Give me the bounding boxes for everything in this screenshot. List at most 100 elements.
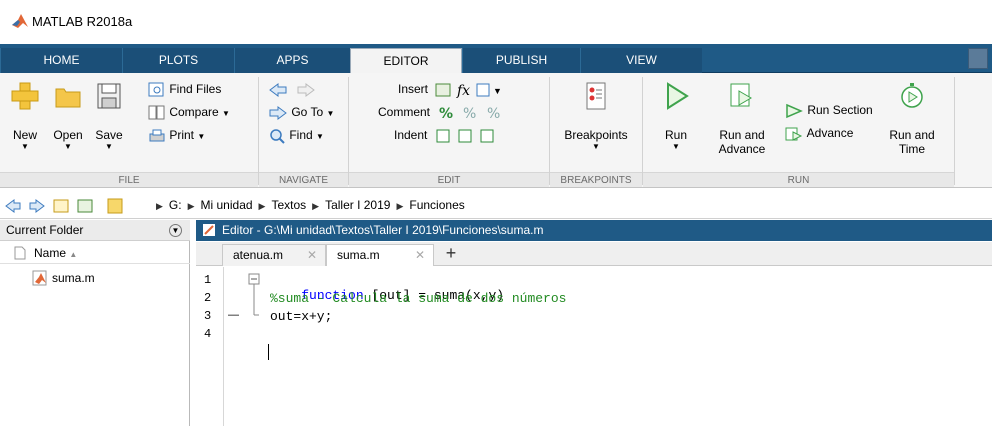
chevron-down-icon: ▼ [222,109,230,118]
tab-atenua[interactable]: atenua.m ✕ [222,244,326,266]
section-label-file: FILE [0,172,258,187]
section-label-navigate: NAVIGATE [259,172,348,187]
window-title: MATLAB R2018a [32,14,133,29]
chevron-down-icon: ▼ [326,109,335,118]
run-and-advance-button[interactable]: Run and Advance [712,81,772,156]
breakpoints-button[interactable]: Breakpoints ▼ [556,81,636,152]
chevron-down-icon: ▼ [316,132,324,141]
name-column-header[interactable]: Name ▲ [0,242,190,264]
magnifier-icon [270,129,285,144]
title-bar: MATLAB R2018a [0,0,992,44]
folder-icon [55,88,81,108]
new-button[interactable]: New ▼ [8,81,42,152]
indent-icons [436,129,494,143]
svg-text:▼: ▼ [493,86,502,96]
stopwatch-icon [901,83,923,108]
executable-line-marker[interactable]: — [228,309,239,321]
mfile-icon [32,270,47,286]
tab-editor[interactable]: EDITOR [350,48,462,73]
section-label-run: RUN [643,172,954,187]
insert-button[interactable]: Insert fx ▼ [398,79,503,99]
chevron-down-icon: ▼ [672,142,680,151]
goto-button[interactable]: Go To ▼ [268,102,334,122]
crumb-textos[interactable]: Textos [271,198,306,212]
comment-button[interactable]: Comment %%% [378,102,513,122]
tab-publish[interactable]: PUBLISH [462,48,580,73]
run-section-button[interactable]: Run Section [784,100,873,120]
code-line-2[interactable]: %suma - Calcula la suma de dos números [270,291,566,306]
new-plus-icon [11,82,39,110]
play-icon [667,82,689,110]
chevron-down-icon: ▼ [64,142,72,151]
advance-button[interactable]: Advance [784,123,853,143]
line-number: 1 [204,273,212,287]
save-button[interactable]: Save ▼ [90,81,128,152]
new-tab-plus-icon[interactable]: + [441,244,461,264]
goto-arrow-icon [269,105,287,120]
toolstrip: New ▼ Open ▼ Save ▼ Find Files Compare ▼… [0,73,992,188]
list-item[interactable]: suma.m [0,268,190,288]
back-forward-buttons[interactable] [268,79,318,99]
run-button[interactable]: Run ▼ [656,81,696,152]
crumb-taller[interactable]: Taller I 2019 [325,198,390,212]
tab-suma[interactable]: suma.m ✕ [326,244,434,266]
crumb-drive[interactable]: G: [169,198,182,212]
run-section-icon [786,103,803,118]
compare-icon [148,105,165,120]
print-button[interactable]: Print ▼ [148,125,205,145]
printer-icon [149,129,165,142]
find-button[interactable]: Find ▼ [268,125,324,145]
comment-icons: %%% [439,106,500,122]
chevron-down-icon: ▼ [197,132,206,141]
crumb-funciones[interactable]: Funciones [409,198,464,212]
close-icon[interactable]: ✕ [307,245,317,266]
crumb-mi-unidad[interactable]: Mi unidad [201,198,253,212]
code-line-3[interactable]: out=x+y; [270,309,332,324]
panel-menu-icon[interactable]: ▼ [169,224,182,237]
run-and-time-button[interactable]: Run and Time [882,81,942,156]
line-number: 3 [204,309,212,323]
section-divider [549,77,550,185]
svg-text:%: % [487,106,500,121]
code-fold-icon[interactable] [246,272,262,334]
tab-home[interactable]: HOME [0,48,122,73]
floppy-disk-icon [97,83,121,109]
editor-tab-bar: atenua.m ✕ suma.m ✕ + [196,242,992,266]
advance-icon [785,127,803,141]
line-number: 2 [204,291,212,305]
indent-button[interactable]: Indent [394,125,505,145]
line-number: 4 [204,327,212,341]
chevron-down-icon: ▼ [21,142,29,151]
section-divider [258,77,259,185]
editor-pencil-icon [203,224,215,236]
address-bar: ▶ G: ▶ Mi unidad ▶ Textos ▶ Taller I 2019 ▶ Funci… [0,193,992,219]
quick-access-save-icon[interactable] [968,48,988,69]
tab-plots[interactable]: PLOTS [122,48,234,73]
toolstrip-tabs: HOME PLOTS APPS EDITOR PUBLISH VIEW [0,44,992,73]
svg-text:fx: fx [456,83,470,98]
svg-text:%: % [463,106,476,121]
sort-ascending-icon: ▲ [69,250,78,259]
close-icon[interactable]: ✕ [415,245,425,266]
svg-text:%: % [439,106,453,121]
run-advance-icon [730,83,752,107]
open-button[interactable]: Open ▼ [48,81,88,152]
tab-view[interactable]: VIEW [580,48,702,73]
address-nav-icons[interactable] [4,197,136,215]
section-divider [348,77,349,185]
chevron-down-icon: ▼ [592,142,600,151]
back-forward-arrows-icon [269,82,315,97]
text-cursor [268,344,269,360]
section-label-breakpoints: BREAKPOINTS [550,172,642,187]
line-number-gutter: 1 2 3 4 [196,267,224,426]
section-divider [954,77,955,185]
find-files-button[interactable]: Find Files [148,79,221,99]
section-label-edit: EDIT [349,172,549,187]
chevron-down-icon: ▼ [105,142,113,151]
editor-title-bar: Editor - G:\Mi unidad\Textos\Taller I 20… [196,220,992,241]
compare-button[interactable]: Compare ▼ [148,102,230,122]
tab-apps[interactable]: APPS [234,48,350,73]
section-divider [642,77,643,185]
breadcrumb[interactable]: ▶ G: ▶ Mi unidad ▶ Textos ▶ Taller I 2019 ▶ Funci… [150,198,465,212]
editor-panel: Editor - G:\Mi unidad\Textos\Taller I 20… [196,220,992,426]
